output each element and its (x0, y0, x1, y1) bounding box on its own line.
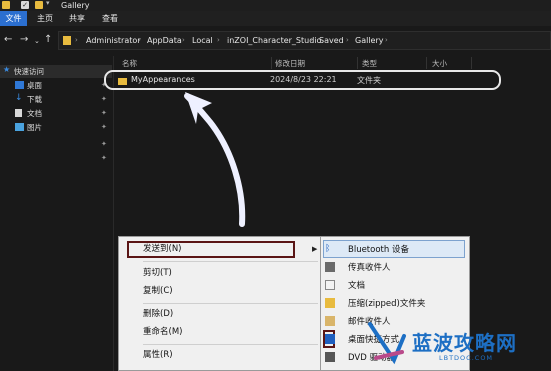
breadcrumb-inzoi[interactable]: inZOI_Character_Studio (227, 36, 321, 45)
quick-access-dropdown-icon[interactable]: ▾ (46, 0, 50, 7)
column-header-size[interactable]: 大小 (432, 58, 447, 69)
bluetooth-icon: ᛒ (325, 244, 331, 254)
window-title: Gallery (61, 1, 90, 10)
desktop-icon (325, 334, 335, 344)
ribbon: 文件 主页 共享 查看 (0, 11, 551, 26)
submenu-arrow-icon: ▶ (312, 245, 318, 253)
pin-icon[interactable]: ✦ (101, 154, 107, 162)
document-icon (15, 109, 22, 117)
watermark-logo-icon (368, 322, 406, 365)
file-name: MyAppearances (131, 75, 195, 84)
menu-item-cut[interactable]: 剪切(T) (143, 266, 172, 281)
folder-icon (63, 36, 71, 45)
sidebar-item-pictures[interactable]: 图片 ✦ (0, 121, 112, 134)
recent-dropdown-icon[interactable]: ⌄ (34, 36, 40, 46)
sidebar-item-quick-access[interactable]: ★ 快速访问 (0, 65, 112, 78)
pin-icon[interactable]: ✦ (101, 95, 107, 103)
submenu-item-fax[interactable]: 传真收件人 (348, 261, 391, 273)
chevron-right-icon[interactable]: › (75, 36, 78, 44)
properties-check-icon[interactable]: ✓ (21, 1, 29, 9)
address-bar[interactable]: › Administrator › AppData › Local › inZO… (58, 31, 551, 50)
watermark-subtext: LBTDOC.COM (439, 354, 494, 362)
menu-item-copy[interactable]: 复制(C) (143, 284, 173, 299)
column-header-type[interactable]: 类型 (362, 58, 377, 69)
dvd-drive-icon (325, 352, 335, 362)
breadcrumb-administrator[interactable]: Administrator (86, 36, 141, 45)
folder-icon (2, 1, 10, 9)
column-divider[interactable] (471, 57, 472, 69)
menu-item-properties[interactable]: 属性(R) (143, 348, 173, 363)
breadcrumb-appdata[interactable]: AppData (147, 36, 182, 45)
fax-icon (325, 262, 335, 272)
pin-icon[interactable]: ✦ (101, 123, 107, 131)
sidebar-item-label: 快速访问 (14, 67, 44, 76)
sidebar-item-label: 下载 (27, 95, 42, 104)
chevron-right-icon[interactable]: › (385, 36, 388, 44)
context-menu: 发送到(N) ▶ 剪切(T) 复制(C) 删除(D) 重命名(M) 属性(R) (118, 236, 322, 371)
pictures-icon (15, 123, 24, 131)
menu-divider (143, 261, 318, 262)
document-icon (325, 280, 335, 290)
sidebar-item-downloads[interactable]: ↓ 下载 ✦ (0, 93, 112, 106)
tab-home[interactable]: 主页 (30, 11, 60, 26)
menu-item-rename[interactable]: 重命名(M) (143, 325, 182, 340)
column-divider[interactable] (426, 57, 427, 69)
download-icon: ↓ (15, 93, 23, 103)
watermark-text: 蓝波攻略网 (412, 331, 517, 355)
file-date: 2024/8/23 22:21 (270, 75, 337, 84)
new-folder-icon[interactable] (35, 1, 43, 9)
chevron-right-icon[interactable]: › (138, 36, 141, 44)
menu-item-delete[interactable]: 删除(D) (143, 307, 173, 322)
sidebar-item-label: 文档 (27, 109, 42, 118)
pin-icon[interactable]: ✦ (101, 140, 107, 148)
menu-divider (143, 303, 318, 304)
title-bar: ✓ ▾ Gallery (0, 0, 551, 11)
column-header-name[interactable]: 名称 (122, 58, 137, 69)
folder-icon (118, 78, 127, 85)
star-icon: ★ (3, 65, 11, 74)
menu-divider (143, 344, 318, 345)
address-row: ← → ⌄ ↑ › Administrator › AppData › Loca… (0, 26, 551, 56)
up-arrow-icon[interactable]: ↑ (44, 35, 52, 45)
sidebar-item-documents[interactable]: 文档 ✦ (0, 107, 112, 120)
mail-icon (325, 316, 335, 326)
sidebar-item-desktop[interactable]: 桌面 ✦ (0, 79, 112, 92)
column-header-date[interactable]: 修改日期 (275, 58, 305, 69)
pin-icon[interactable]: ✦ (101, 109, 107, 117)
tab-file[interactable]: 文件 (0, 11, 27, 26)
breadcrumb-local[interactable]: Local (192, 36, 213, 45)
zip-folder-icon (325, 298, 335, 308)
chevron-right-icon[interactable]: › (182, 36, 185, 44)
submenu-item-zip[interactable]: 压缩(zipped)文件夹 (348, 297, 425, 309)
submenu-item-bluetooth[interactable]: Bluetooth 设备 (348, 243, 409, 255)
column-divider[interactable] (271, 57, 272, 69)
sidebar-item-label: 图片 (27, 123, 42, 132)
tab-share[interactable]: 共享 (62, 11, 92, 26)
forward-arrow-icon[interactable]: → (20, 35, 28, 45)
back-arrow-icon[interactable]: ← (4, 35, 12, 45)
breadcrumb-gallery[interactable]: Gallery (355, 36, 384, 45)
breadcrumb-saved[interactable]: Saved (319, 36, 344, 45)
sidebar-item-label: 桌面 (27, 81, 42, 90)
chevron-right-icon[interactable]: › (310, 36, 313, 44)
list-item[interactable]: MyAppearances 2024/8/23 22:21 文件夹 (104, 70, 501, 90)
navigation-pane: ★ 快速访问 桌面 ✦ ↓ 下载 ✦ 文档 ✦ 图片 ✦ ✦ ✦ (0, 56, 113, 371)
desktop-icon (15, 81, 24, 89)
watermark: 蓝波攻略网 LBTDOC.COM (364, 318, 551, 371)
file-type: 文件夹 (357, 76, 381, 85)
column-divider[interactable] (357, 57, 358, 69)
chevron-right-icon[interactable]: › (217, 36, 220, 44)
submenu-item-documents[interactable]: 文档 (348, 279, 365, 291)
tab-view[interactable]: 查看 (95, 11, 125, 26)
menu-item-send-to[interactable]: 发送到(N) (143, 242, 182, 257)
chevron-right-icon[interactable]: › (346, 36, 349, 44)
